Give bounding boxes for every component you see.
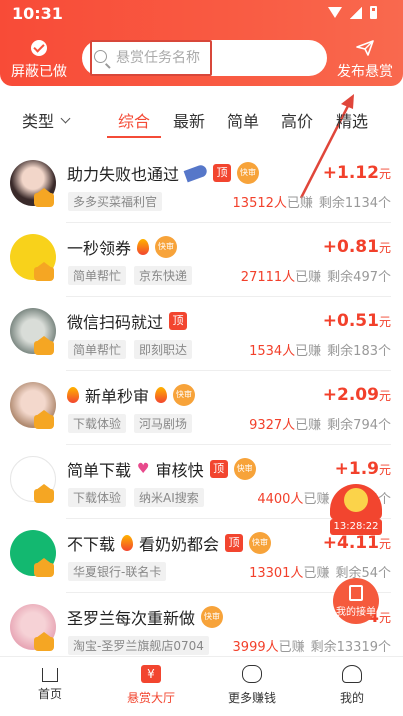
countdown-timer: 13:28:22 bbox=[330, 519, 382, 535]
fire-icon bbox=[121, 535, 134, 551]
fast-review-badge: 快审 bbox=[173, 384, 196, 406]
crown-icon bbox=[34, 484, 54, 503]
tab-comprehensive[interactable]: 综合 bbox=[118, 108, 150, 132]
task-row[interactable]: 一秒领券 快审 简单帮忙 京东快递 +0.81元 27111人已赚 剩余497个 bbox=[0, 223, 403, 297]
fast-review-badge: 快审 bbox=[201, 606, 224, 628]
task-stats: 9327人已赚 剩余794个 bbox=[249, 418, 391, 433]
user-icon bbox=[342, 665, 362, 683]
fire-icon bbox=[67, 387, 79, 403]
task-title: 圣罗兰每次重新做 bbox=[67, 609, 196, 628]
fast-review-badge: 快审 bbox=[155, 236, 178, 258]
signal-icon bbox=[350, 6, 362, 19]
wifi-icon bbox=[328, 7, 342, 18]
task-price: +2.09元 bbox=[322, 385, 391, 405]
task-row[interactable]: 微信扫码就过 顶 简单帮忙 即刻职达 +0.51元 1534人已赚 剩余183个 bbox=[0, 297, 403, 371]
task-stats: 1534人已赚 剩余183个 bbox=[249, 344, 391, 359]
task-title: 新单秒审 bbox=[85, 387, 150, 406]
top-badge: 顶 bbox=[225, 534, 244, 552]
check-icon bbox=[31, 40, 47, 56]
task-title: 不下载 bbox=[67, 535, 116, 554]
task-tag: 简单帮忙 bbox=[68, 266, 127, 285]
heart-icon: ♥ bbox=[137, 461, 150, 477]
avatar bbox=[10, 382, 56, 429]
fast-review-badge: 快审 bbox=[237, 162, 260, 184]
fast-review-badge: 快审 bbox=[249, 532, 272, 554]
crown-icon bbox=[34, 188, 54, 207]
task-tag: 纳米AI搜索 bbox=[134, 488, 204, 507]
task-tag: 下载体验 bbox=[68, 414, 127, 433]
nav-home[interactable]: 首页 bbox=[10, 665, 90, 702]
tab-high-price[interactable]: 高价 bbox=[281, 108, 313, 132]
tab-featured[interactable]: 精选 bbox=[336, 108, 368, 132]
task-tag: 河马剧场 bbox=[134, 414, 193, 433]
header-bar: 10:31 屏蔽已做 发布悬赏 bbox=[0, 0, 403, 86]
task-title: 助力失败也通过 bbox=[67, 165, 180, 184]
tab-simple[interactable]: 简单 bbox=[227, 108, 259, 132]
task-tag: 即刻职达 bbox=[134, 340, 193, 359]
hide-done-button[interactable]: 屏蔽已做 bbox=[10, 40, 68, 81]
task-tag: 简单帮忙 bbox=[68, 340, 127, 359]
task-tag: 京东快递 bbox=[134, 266, 193, 285]
crown-icon bbox=[34, 632, 54, 651]
crown-icon bbox=[34, 336, 54, 355]
home-icon bbox=[42, 668, 58, 682]
chevron-down-icon bbox=[60, 113, 71, 123]
task-tag: 淘宝-圣罗兰旗舰店0704 bbox=[68, 636, 209, 655]
tab-type[interactable]: 类型 bbox=[22, 108, 71, 132]
task-price: +0.51元 bbox=[322, 311, 391, 331]
task-title: 一秒领券 bbox=[67, 239, 132, 258]
send-icon bbox=[356, 40, 374, 56]
bounty-hall-icon: ¥ bbox=[141, 665, 161, 683]
top-badge: 顶 bbox=[209, 460, 228, 478]
rocket-icon bbox=[183, 163, 209, 183]
search-highlight-box bbox=[90, 40, 212, 76]
top-badge: 顶 bbox=[169, 312, 188, 330]
task-price: +1.12元 bbox=[322, 163, 391, 183]
task-stats: 3999人已赚 剩余13319个 bbox=[232, 640, 391, 655]
fast-review-badge: 快审 bbox=[233, 458, 256, 480]
status-time: 10:31 bbox=[12, 4, 63, 23]
avatar bbox=[10, 456, 56, 503]
tab-latest[interactable]: 最新 bbox=[173, 108, 205, 132]
nav-more-earn[interactable]: 更多赚钱 bbox=[212, 665, 292, 706]
task-stats: 13512人已赚 剩余1134个 bbox=[232, 196, 391, 211]
fire-icon bbox=[137, 239, 150, 255]
task-stats: 27111人已赚 剩余497个 bbox=[240, 270, 391, 285]
filter-tabs: 类型 综合 最新 简单 高价 精选 bbox=[0, 96, 403, 146]
status-bar: 10:31 bbox=[0, 0, 403, 28]
avatar bbox=[10, 308, 56, 355]
gamepad-icon bbox=[242, 665, 262, 683]
avatar bbox=[10, 604, 56, 651]
top-badge: 顶 bbox=[213, 164, 232, 182]
my-orders-button[interactable]: 我的接单 bbox=[333, 578, 379, 624]
task-title-tail: 审核快 bbox=[155, 461, 204, 480]
fire-icon bbox=[155, 387, 168, 403]
task-tag: 多多买菜福利官 bbox=[68, 192, 163, 211]
task-tag: 下载体验 bbox=[68, 488, 127, 507]
task-title-tail: 看奶奶都会 bbox=[139, 535, 220, 554]
nav-bounty-hall[interactable]: ¥ 悬赏大厅 bbox=[111, 665, 191, 706]
task-stats: 13301人已赚 剩余54个 bbox=[249, 566, 391, 581]
task-row[interactable]: 助力失败也通过 顶 快审 多多买菜福利官 +1.12元 13512人已赚 剩余11… bbox=[0, 149, 403, 223]
crown-icon bbox=[34, 262, 54, 281]
document-icon bbox=[349, 585, 363, 601]
task-title: 简单下载 bbox=[67, 461, 132, 480]
tab-underline bbox=[107, 136, 161, 138]
task-price: +0.81元 bbox=[322, 237, 391, 257]
crown-icon bbox=[34, 410, 54, 429]
crown-icon bbox=[34, 558, 54, 577]
task-price: +4.11元 bbox=[322, 533, 391, 553]
nav-me[interactable]: 我的 bbox=[312, 665, 392, 706]
task-price: +1.9元 bbox=[334, 459, 391, 479]
post-bounty-button[interactable]: 发布悬赏 bbox=[336, 40, 394, 81]
task-title: 微信扫码就过 bbox=[67, 313, 164, 332]
task-row[interactable]: 新单秒审 快审 下载体验 河马剧场 +2.09元 9327人已赚 剩余794个 bbox=[0, 371, 403, 445]
avatar bbox=[10, 530, 56, 577]
avatar bbox=[10, 160, 56, 207]
battery-icon bbox=[370, 6, 377, 19]
avatar bbox=[10, 234, 56, 281]
bottom-nav: 首页 ¥ 悬赏大厅 更多赚钱 我的 bbox=[0, 656, 403, 716]
task-tag: 华夏银行-联名卡 bbox=[68, 562, 167, 581]
